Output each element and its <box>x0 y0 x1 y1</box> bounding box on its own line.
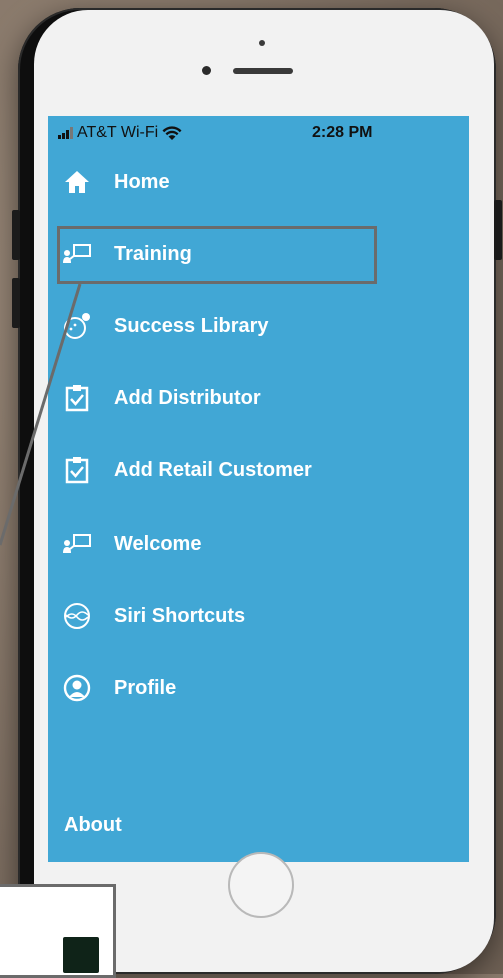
power-button <box>494 200 502 260</box>
front-camera <box>202 66 211 75</box>
status-bar: AT&T Wi-Fi 2:28 PM <box>58 122 459 146</box>
signal-icon <box>58 127 73 139</box>
training-icon <box>62 529 92 559</box>
menu-item-label: Welcome <box>114 532 202 555</box>
sensor <box>259 40 265 46</box>
clipboard-check-icon <box>62 455 92 485</box>
wifi-icon <box>162 125 182 140</box>
profile-icon <box>62 673 92 703</box>
training-highlight-box <box>57 226 377 284</box>
earpiece-speaker <box>233 68 293 74</box>
status-time: 2:28 PM <box>312 124 373 141</box>
menu-item-profile[interactable]: Profile <box>62 670 392 706</box>
menu-item-label: Profile <box>114 676 177 699</box>
menu-item-add-distributor[interactable]: Add Distributor <box>62 380 392 416</box>
menu-item-welcome[interactable]: Welcome <box>62 526 392 562</box>
volume-button <box>12 278 20 328</box>
menu-item-siri-shortcuts[interactable]: Siri Shortcuts <box>62 598 392 634</box>
carrier-group: AT&T Wi-Fi <box>58 124 182 142</box>
menu-item-add-retail-customer[interactable]: Add Retail Customer <box>62 452 392 488</box>
menu-item-label: Home <box>114 170 170 193</box>
menu-item-label: Success Library <box>114 314 269 337</box>
siri-icon <box>62 601 92 631</box>
home-button[interactable] <box>228 852 294 918</box>
carrier-label: AT&T Wi-Fi <box>77 124 159 141</box>
success-library-icon <box>62 311 92 341</box>
menu-item-label: Add Retail Customer <box>114 458 312 481</box>
home-icon <box>62 167 92 197</box>
volume-button <box>12 210 20 260</box>
clipboard-check-icon <box>62 383 92 413</box>
inset-thumbnail <box>63 937 99 973</box>
menu-item-label: Add Distributor <box>114 386 261 409</box>
about-link[interactable]: About <box>64 814 122 837</box>
menu-item-home[interactable]: Home <box>62 164 392 200</box>
menu-item-label: Siri Shortcuts <box>114 604 246 627</box>
callout-inset-box <box>0 884 116 978</box>
menu-item-success-library[interactable]: Success Library <box>62 308 392 344</box>
